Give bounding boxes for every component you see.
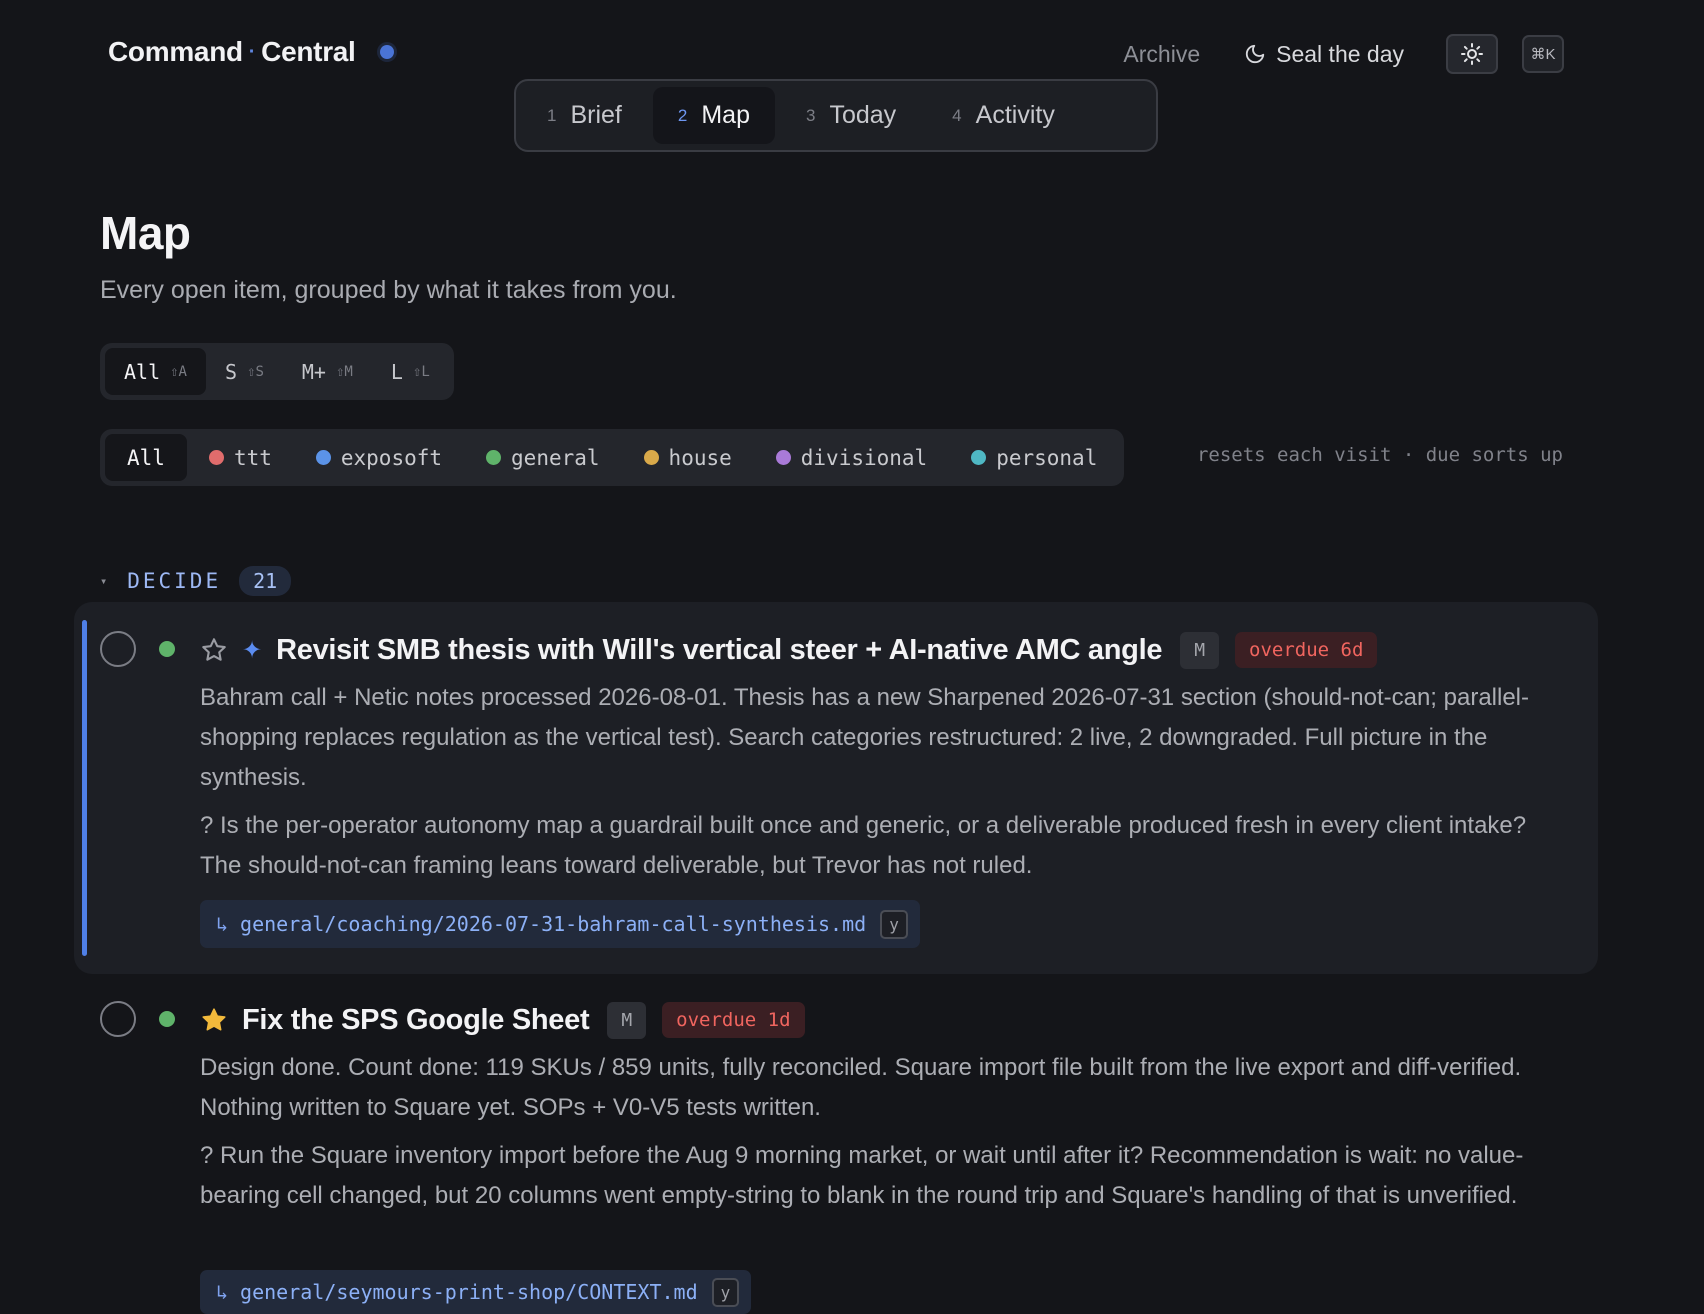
- size-badge: M: [1180, 631, 1220, 669]
- size-filter-all[interactable]: All ⇧A: [105, 348, 206, 395]
- project-filter-ttt[interactable]: ttt: [187, 434, 294, 481]
- item-title-row: ✦ Revisit SMB thesis with Will's vertica…: [200, 630, 1378, 670]
- page-subtitle: Every open item, grouped by what it take…: [100, 276, 677, 304]
- item-title[interactable]: Fix the SPS Google Sheet: [242, 1004, 590, 1037]
- source-path: general/seymours-print-shop/CONTEXT.md: [240, 1280, 698, 1304]
- size-filter-s[interactable]: S ⇧S: [206, 348, 283, 395]
- project-filter-label: All: [127, 445, 165, 470]
- star-filled-icon[interactable]: [200, 1006, 228, 1034]
- brand-separator: ·: [248, 40, 256, 63]
- project-filter-label: house: [668, 445, 732, 470]
- shortcut-hint: ⇧L: [412, 363, 430, 380]
- size-filter-label: L: [390, 359, 403, 384]
- complete-checkbox[interactable]: [100, 631, 136, 667]
- filter-note: resets each visit · due sorts up: [1196, 444, 1563, 466]
- page-title: Map: [100, 207, 191, 259]
- tab-label: Brief: [570, 101, 622, 129]
- copy-shortcut-key[interactable]: y: [880, 909, 908, 939]
- command-palette-button[interactable]: ⌘K: [1522, 35, 1564, 73]
- collapse-caret-icon[interactable]: ▾: [100, 574, 107, 588]
- project-filter-label: personal: [996, 445, 1098, 470]
- project-filter-house[interactable]: house: [622, 434, 754, 481]
- project-color-dot: [643, 450, 659, 465]
- project-filter-label: exposoft: [340, 445, 443, 470]
- overdue-badge: overdue 1d: [662, 1002, 805, 1038]
- shortcut-hint: ⇧A: [170, 363, 187, 380]
- tab-number: 2: [677, 105, 688, 125]
- size-filter-m-plus[interactable]: M+ ⇧M: [283, 348, 372, 395]
- tab-label: Activity: [975, 101, 1055, 129]
- project-color-dot: [486, 450, 502, 465]
- theme-toggle-button[interactable]: [1446, 34, 1498, 74]
- project-filter-all[interactable]: All: [105, 434, 187, 481]
- item-description: Bahram call + Netic notes processed 2026…: [200, 684, 1529, 791]
- selection-bar: [82, 620, 87, 956]
- project-filter-label: general: [511, 445, 600, 470]
- project-color-dot: [208, 450, 224, 465]
- source-path-link[interactable]: ↳ general/seymours-print-shop/CONTEXT.md…: [200, 1270, 752, 1314]
- size-filter-l[interactable]: L ⇧L: [372, 348, 449, 395]
- brand-command: Command: [108, 36, 243, 67]
- tab-label: Today: [829, 101, 897, 129]
- project-filter-personal[interactable]: personal: [949, 434, 1119, 481]
- brand-logo[interactable]: Command · Central: [108, 36, 394, 68]
- source-path-link[interactable]: ↳ general/coaching/2026-07-31-bahram-cal…: [200, 900, 920, 948]
- tab-label: Map: [701, 101, 750, 129]
- item-question: ? Is the per-operator autonomy map a gua…: [200, 812, 1527, 879]
- overdue-badge: overdue 6d: [1235, 632, 1378, 668]
- project-filter: All ttt exposoft general house divisiona…: [100, 429, 1125, 486]
- return-arrow-icon: ↳: [216, 1280, 229, 1304]
- item-question: ? Run the Square inventory import before…: [200, 1142, 1524, 1209]
- section-decide-header[interactable]: ▾ DECIDE 21: [100, 566, 292, 596]
- tab-number: 4: [952, 105, 962, 125]
- section-title: DECIDE: [127, 569, 222, 593]
- project-filter-label: ttt: [233, 445, 272, 470]
- seal-the-day-button[interactable]: Seal the day: [1244, 41, 1404, 68]
- project-filter-divisional[interactable]: divisional: [754, 434, 949, 481]
- project-status-dot: [159, 1011, 175, 1027]
- shortcut-hint: ⇧S: [247, 363, 264, 380]
- item-title-row: Fix the SPS Google Sheet M overdue 1d: [200, 1000, 805, 1040]
- tab-map[interactable]: 2 Map: [652, 87, 775, 144]
- status-dot: [379, 45, 394, 59]
- sparkle-icon: ✦: [242, 636, 263, 664]
- tab-number: 3: [805, 105, 816, 125]
- complete-checkbox[interactable]: [100, 1001, 136, 1037]
- size-filter: All ⇧A S ⇧S M+ ⇧M L ⇧L: [100, 343, 454, 400]
- size-filter-label: M+: [301, 359, 326, 384]
- project-color-dot: [775, 450, 791, 465]
- tab-activity[interactable]: 4 Activity: [927, 87, 1080, 144]
- seal-label: Seal the day: [1276, 40, 1404, 67]
- project-status-dot: [159, 641, 175, 657]
- section-count-badge: 21: [239, 566, 292, 596]
- tab-brief[interactable]: 1 Brief: [522, 87, 647, 144]
- item-title[interactable]: Revisit SMB thesis with Will's vertical …: [276, 634, 1162, 667]
- size-badge: M: [607, 1001, 647, 1039]
- return-arrow-icon: ↳: [216, 912, 229, 936]
- item-description: Design done. Count done: 119 SKUs / 859 …: [200, 1054, 1522, 1121]
- list-item[interactable]: ✦ Revisit SMB thesis with Will's vertica…: [74, 602, 1598, 974]
- star-outline-icon[interactable]: [200, 636, 228, 664]
- main-tabs: 1 Brief 2 Map 3 Today 4 Activity: [514, 79, 1158, 152]
- tab-today[interactable]: 3 Today: [781, 87, 921, 144]
- copy-shortcut-key[interactable]: y: [711, 1277, 740, 1307]
- project-filter-exposoft[interactable]: exposoft: [294, 434, 464, 481]
- brand-central: Central: [261, 36, 356, 67]
- project-filter-general[interactable]: general: [464, 434, 622, 481]
- source-path: general/coaching/2026-07-31-bahram-call-…: [240, 912, 867, 936]
- size-filter-label: All: [124, 359, 161, 384]
- shortcut-hint: ⇧M: [335, 363, 353, 380]
- size-filter-label: S: [224, 359, 238, 384]
- sun-icon: [1461, 43, 1483, 65]
- tab-number: 1: [547, 105, 557, 125]
- project-filter-label: divisional: [800, 445, 928, 470]
- moon-icon: [1246, 44, 1265, 64]
- top-actions: Archive Seal the day ⌘K: [1123, 32, 1564, 76]
- list-item[interactable]: Fix the SPS Google Sheet M overdue 1d De…: [74, 974, 1598, 1314]
- archive-link[interactable]: Archive: [1123, 41, 1200, 68]
- project-color-dot: [315, 450, 331, 465]
- project-color-dot: [971, 450, 987, 465]
